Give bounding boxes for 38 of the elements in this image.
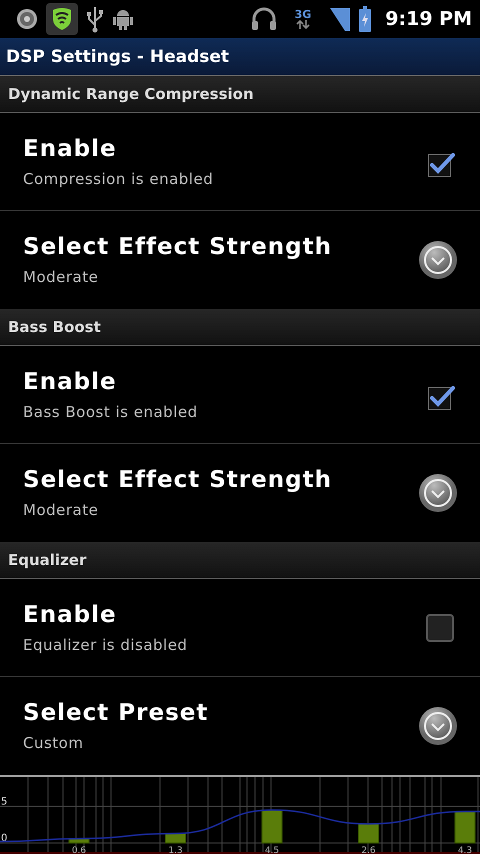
clock-time: 9:19 PM (385, 8, 472, 30)
setting-title: Select Preset (23, 700, 210, 726)
data-arrows-icon (296, 20, 310, 29)
dropdown-icon[interactable] (418, 473, 458, 513)
bar-value-label: 0.6 (72, 846, 86, 854)
section-header: Equalizer (0, 542, 480, 579)
gain-bar[interactable] (358, 823, 379, 844)
signal-icon[interactable] (329, 6, 352, 32)
setting-summary: Moderate (23, 501, 100, 519)
setting-summary: Bass Boost is enabled (23, 402, 199, 420)
dropdown-icon[interactable] (418, 240, 458, 280)
setting-title: Enable (23, 368, 118, 394)
checkbox[interactable] (424, 612, 456, 644)
bar-value-label: 2.6 (361, 846, 376, 854)
robot-icon[interactable] (112, 7, 134, 31)
axis-tick-label: 5 (1, 796, 8, 808)
section-header: Bass Boost (0, 309, 480, 346)
network-type: 3G (294, 9, 312, 20)
setting-title: Select Effect Strength (23, 234, 333, 260)
battery-icon[interactable] (359, 6, 372, 32)
bar-value-label: 1.3 (168, 846, 183, 854)
setting-summary: Moderate (23, 268, 100, 286)
bar-value-label: 4.3 (458, 846, 472, 854)
disc-icon[interactable] (16, 8, 38, 30)
axis-tick-label: 0 (1, 833, 8, 844)
bar-value-label: 4.5 (264, 846, 280, 854)
headphones-icon[interactable] (250, 7, 277, 31)
setting-summary: Equalizer is disabled (23, 636, 188, 654)
section-header: Dynamic Range Compression (0, 76, 480, 113)
shield-icon[interactable] (46, 3, 78, 35)
setting-summary: Compression is enabled (23, 170, 214, 188)
setting-title: Enable (23, 602, 118, 628)
usb-icon[interactable] (86, 5, 104, 33)
dropdown-icon[interactable] (418, 706, 458, 746)
window-title: DSP Settings - Headset (0, 38, 480, 76)
setting-summary: Custom (23, 734, 84, 752)
setting-title: Select Effect Strength (23, 467, 333, 493)
setting-title: Enable (23, 136, 118, 162)
